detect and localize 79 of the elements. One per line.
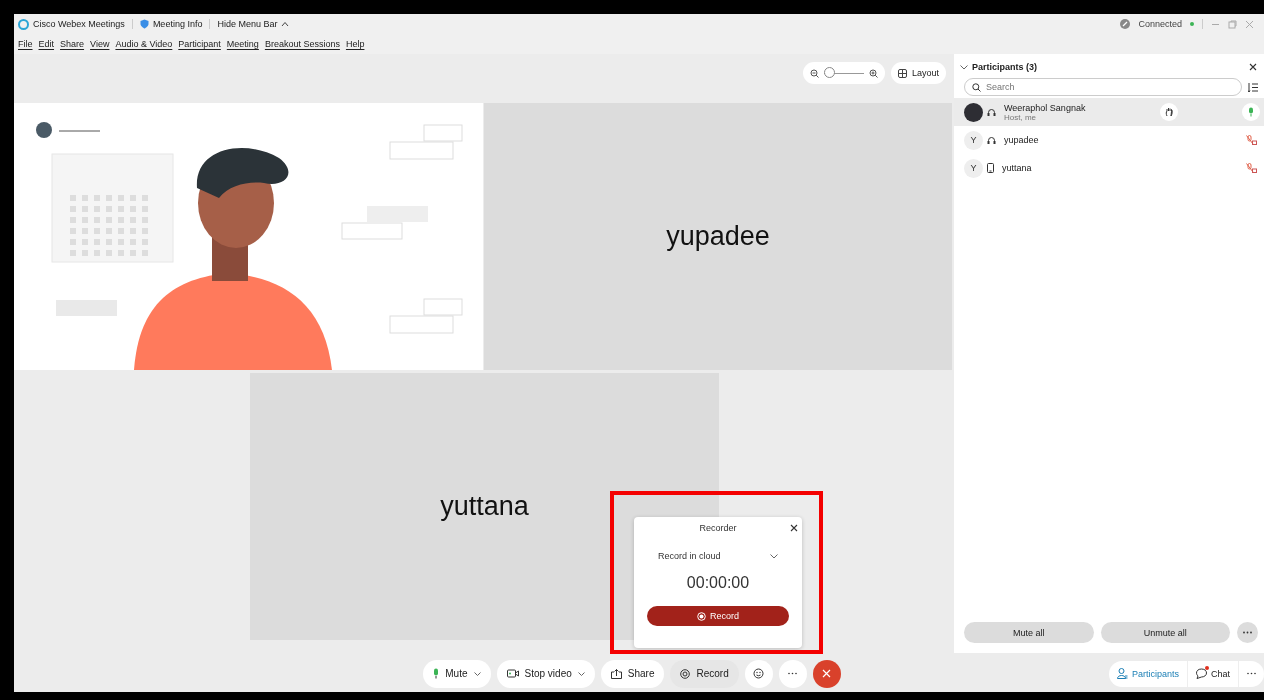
share-icon: [610, 668, 622, 679]
chat-tab[interactable]: Chat: [1188, 660, 1239, 687]
reactions-button[interactable]: [744, 659, 773, 688]
muted-mic-icon: [1245, 163, 1257, 173]
chevron-down-icon[interactable]: [577, 671, 585, 676]
menu-item[interactable]: Edit: [38, 39, 55, 49]
slider-thumb[interactable]: [823, 66, 835, 78]
hand-icon: [1164, 107, 1174, 117]
chevron-down-icon: [770, 553, 778, 559]
close-icon: [822, 669, 832, 678]
zoom-control[interactable]: [802, 62, 885, 84]
popup-title: Recorder: [699, 522, 737, 533]
zoom-in-icon: [868, 68, 878, 78]
menu-item[interactable]: Audio & Video: [115, 39, 173, 49]
hand-button[interactable]: [1160, 103, 1178, 121]
app-title: Cisco Webex Meetings: [33, 19, 125, 29]
record-button[interactable]: Record: [647, 606, 789, 626]
panel-title[interactable]: Participants (3): [960, 62, 1038, 72]
recording-timer: 00:00:00: [686, 574, 750, 592]
chevron-down-icon[interactable]: [473, 671, 481, 676]
webex-logo-icon: [18, 18, 29, 30]
record-icon: [680, 668, 691, 679]
share-button[interactable]: Share: [600, 659, 665, 688]
record-icon: [697, 611, 706, 621]
menu-item[interactable]: Share: [60, 39, 85, 49]
avatar: Y: [964, 158, 983, 178]
participant-name: yuttana: [1002, 163, 1033, 173]
muted-mic-icon: [1245, 135, 1257, 145]
hide-menu-bar-button[interactable]: Hide Menu Bar: [217, 19, 290, 29]
meeting-info-button[interactable]: Meeting Info: [139, 19, 203, 29]
person-icon: [1116, 668, 1128, 679]
mute-all-button[interactable]: Mute all: [964, 622, 1094, 643]
close-icon[interactable]: [790, 524, 798, 532]
participant-row[interactable]: Y yuttana: [954, 154, 1264, 182]
record-button[interactable]: Record: [670, 659, 739, 688]
mic-button[interactable]: [1242, 103, 1260, 121]
menu-item[interactable]: Meeting: [226, 39, 259, 49]
caret-icon: [281, 21, 290, 27]
participant-row[interactable]: Weeraphol Sangnak Host, me: [954, 98, 1264, 126]
mic-icon: [1248, 107, 1254, 117]
close-icon[interactable]: [1249, 63, 1257, 71]
participant-row[interactable]: Y yupadee: [954, 126, 1264, 154]
mic-icon: [433, 668, 440, 679]
more-icon: [1247, 672, 1256, 675]
search-field[interactable]: Search: [964, 78, 1242, 96]
mute-button[interactable]: Mute: [423, 659, 491, 688]
leave-button[interactable]: [812, 659, 841, 688]
more-icon: [788, 672, 798, 675]
menu-item[interactable]: File: [18, 39, 33, 49]
unmute-all-button[interactable]: Unmute all: [1100, 622, 1230, 643]
participant-role: Host, me: [1004, 112, 1036, 122]
menu-item[interactable]: Breakout Sessions: [264, 39, 340, 49]
more-button[interactable]: [1237, 622, 1258, 643]
shield-icon: [139, 19, 149, 29]
more-icon: [1243, 631, 1252, 634]
layout-button[interactable]: Layout: [890, 62, 946, 84]
record-location-dropdown[interactable]: Record in cloud: [658, 551, 778, 561]
phone-icon: [987, 163, 994, 173]
participant-name: yupadee: [1004, 135, 1040, 145]
zoom-out-icon: [809, 68, 819, 78]
search-icon: [972, 83, 981, 92]
camera-icon: [506, 669, 519, 678]
grid-icon: [897, 68, 907, 78]
participant-name: yupadee: [666, 221, 770, 252]
smiley-icon: [753, 668, 765, 679]
headset-icon: [987, 107, 996, 117]
participants-tab[interactable]: Participants: [1108, 660, 1188, 687]
participant-name: yuttana: [440, 491, 529, 522]
stop-video-button[interactable]: Stop video: [496, 659, 595, 688]
connection-status: Connected: [1138, 19, 1182, 29]
menu-item[interactable]: Help: [345, 39, 365, 49]
chat-bubble-icon: [1196, 668, 1207, 679]
headset-icon: [987, 135, 996, 145]
avatar: Y: [964, 130, 983, 150]
connection-icon: [1120, 19, 1131, 29]
participant-name: Weeraphol Sangnak: [1004, 102, 1087, 113]
menu-item[interactable]: View: [90, 39, 110, 49]
sort-icon[interactable]: [1248, 81, 1259, 93]
menu-item[interactable]: Participant: [178, 39, 221, 49]
